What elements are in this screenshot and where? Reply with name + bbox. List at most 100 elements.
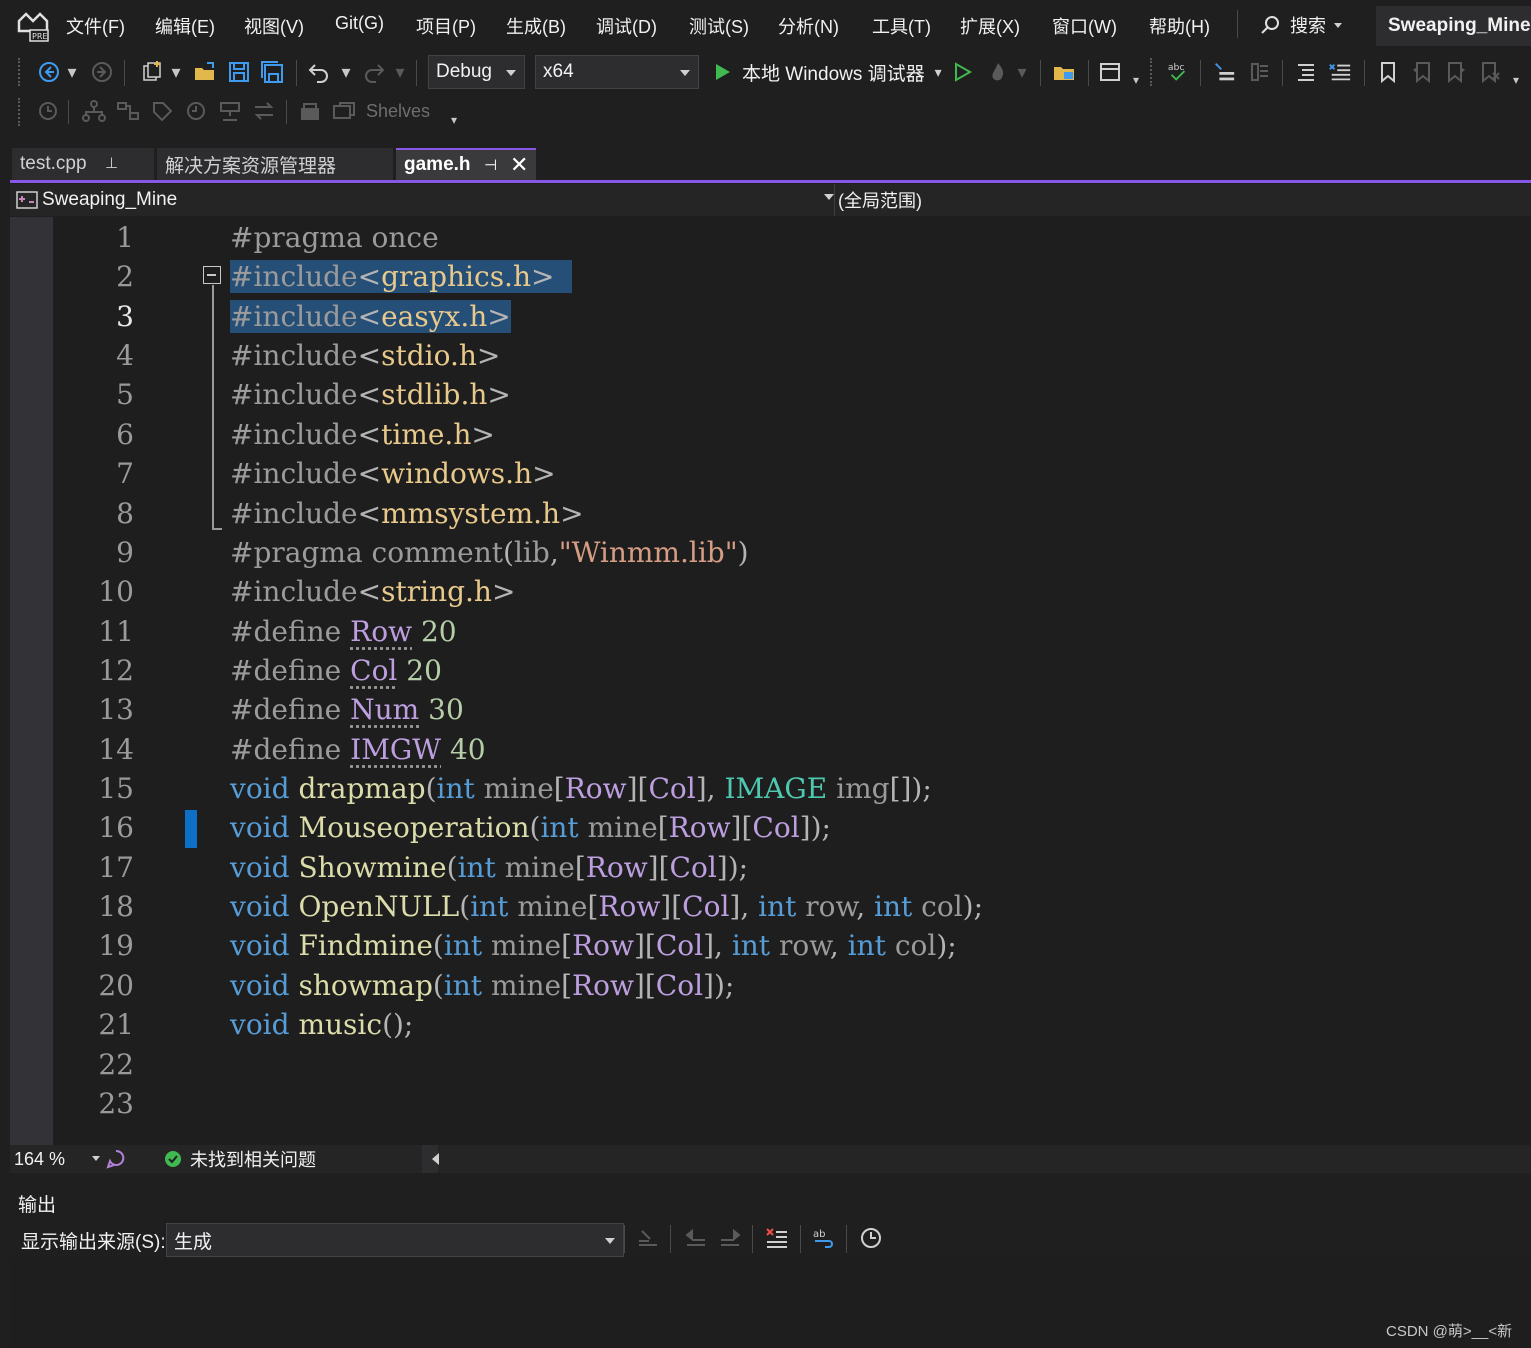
issues-indicator[interactable]: 未找到相关问题 [164, 1145, 316, 1173]
chevron-down-icon[interactable]: ▾ [168, 60, 184, 84]
menu-git[interactable]: Git(G) [335, 13, 384, 34]
code-line[interactable]: #include<time.h> [230, 418, 495, 451]
code-line[interactable]: #pragma once [230, 221, 439, 254]
code-line[interactable]: #define Col 20 [230, 654, 442, 687]
scroll-left-icon[interactable] [432, 1153, 439, 1165]
code-line[interactable]: void music(); [230, 1008, 413, 1041]
step-into-icon[interactable] [1212, 60, 1236, 84]
visual-studio-logo-icon[interactable]: PRE [16, 9, 50, 43]
collapse-region-icon[interactable] [203, 266, 221, 284]
start-debugging-button[interactable]: 本地 Windows 调试器 ▾ [712, 59, 942, 85]
back-icon[interactable] [37, 60, 61, 84]
save-all-icon[interactable] [260, 60, 284, 84]
menu-window[interactable]: 窗口(W) [1052, 13, 1117, 39]
sync-icon[interactable] [252, 99, 276, 123]
word-wrap-icon[interactable]: ab [812, 1226, 836, 1250]
history-icon[interactable] [36, 99, 60, 123]
clear-bookmarks-icon[interactable] [1478, 60, 1502, 84]
code-line[interactable]: #include<graphics.h> [230, 260, 572, 293]
toolbar-grip[interactable] [18, 98, 26, 126]
branch-icon[interactable] [82, 99, 106, 123]
menu-test[interactable]: 测试(S) [689, 13, 749, 39]
timestamp-icon[interactable] [859, 1226, 883, 1250]
code-line[interactable]: #include<stdlib.h> [230, 378, 511, 411]
previous-message-icon[interactable] [684, 1226, 708, 1250]
code-line[interactable]: void Mouseoperation(int mine[Row][Col]); [230, 811, 831, 844]
intellicode-icon[interactable] [104, 1147, 128, 1171]
browse-folder-icon[interactable] [1052, 60, 1076, 84]
menu-file[interactable]: 文件(F) [66, 13, 125, 39]
solution-name-badge[interactable]: Sweaping_Mine [1376, 6, 1531, 46]
code-line[interactable]: #include<string.h> [230, 575, 515, 608]
code-line[interactable]: #include<easyx.h> [230, 300, 511, 333]
open-folder-icon[interactable] [193, 60, 217, 84]
menu-debug[interactable]: 调试(D) [596, 13, 657, 39]
chevron-down-icon[interactable]: ▾ [392, 60, 408, 84]
start-without-debugging-icon[interactable] [950, 60, 974, 84]
menu-project[interactable]: 项目(P) [416, 13, 476, 39]
code-line[interactable]: void drapmap(int mine[Row][Col], IMAGE i… [230, 772, 932, 805]
scope-dropdown[interactable]: (全局范围) [838, 184, 1531, 216]
clear-all-icon[interactable] [765, 1226, 789, 1250]
tag-icon[interactable] [150, 99, 174, 123]
previous-bookmark-icon[interactable] [1410, 60, 1434, 84]
code-line[interactable]: void showmap(int mine[Row][Col]); [230, 969, 734, 1002]
merge-icon[interactable] [116, 99, 140, 123]
zoom-select[interactable]: 164 % [10, 1145, 100, 1173]
chevron-down-icon[interactable]: ▾ [1014, 60, 1030, 84]
undo-icon[interactable] [307, 60, 331, 84]
solution-platform-select[interactable]: x64 [535, 55, 699, 89]
code-line[interactable]: #include<stdio.h> [230, 339, 500, 372]
uncomment-lines-icon[interactable] [1328, 60, 1352, 84]
comment-lines-icon[interactable] [1294, 60, 1318, 84]
menu-build[interactable]: 生成(B) [506, 13, 566, 39]
toolbar-overflow-icon[interactable]: ▾ [1508, 68, 1524, 92]
chevron-down-icon[interactable]: ▾ [1128, 68, 1144, 92]
find-message-icon[interactable] [636, 1226, 660, 1250]
menu-tools[interactable]: 工具(T) [872, 13, 931, 39]
code-line[interactable]: void Findmine(int mine[Row][Col], int ro… [230, 929, 957, 962]
code-line[interactable]: #define Row 20 [230, 615, 457, 648]
next-message-icon[interactable] [718, 1226, 742, 1250]
tab-solution-explorer[interactable]: 解决方案资源管理器 [157, 148, 393, 180]
next-bookmark-icon[interactable] [1444, 60, 1468, 84]
project-scope-dropdown[interactable]: Sweaping_Mine [10, 184, 835, 216]
pending-changes-icon[interactable] [184, 99, 208, 123]
chevron-down-icon[interactable]: ▾ [64, 60, 80, 84]
menu-help[interactable]: 帮助(H) [1149, 13, 1210, 39]
forward-icon[interactable] [90, 60, 114, 84]
code-line[interactable]: void Showmine(int mine[Row][Col]); [230, 851, 748, 884]
pin-icon[interactable]: ⊥ [105, 154, 118, 172]
shelveset-icon[interactable] [298, 99, 322, 123]
search-button[interactable]: 搜索 [1260, 10, 1342, 40]
bookmark-icon[interactable] [1376, 60, 1400, 84]
team-explorer-icon[interactable] [218, 99, 242, 123]
solution-configuration-select[interactable]: Debug [428, 55, 525, 89]
code-line[interactable]: #define Num 30 [230, 693, 464, 726]
menu-edit[interactable]: 编辑(E) [155, 13, 215, 39]
close-icon[interactable]: ✕ [510, 152, 528, 178]
shelves-button[interactable]: Shelves [332, 99, 430, 123]
redo-icon[interactable] [362, 60, 386, 84]
bookmark-list-icon[interactable] [1248, 60, 1272, 84]
output-text-area[interactable] [10, 1258, 1531, 1348]
horizontal-scrollbar[interactable] [450, 1149, 1531, 1169]
chevron-down-icon[interactable]: ▾ [338, 60, 354, 84]
save-icon[interactable] [227, 60, 251, 84]
menu-analyze[interactable]: 分析(N) [778, 13, 839, 39]
output-source-select[interactable]: 生成 [166, 1223, 624, 1257]
code-line[interactable]: void OpenNULL(int mine[Row][Col], int ro… [230, 890, 983, 923]
new-item-icon[interactable] [140, 60, 164, 84]
spell-check-icon[interactable]: abc [1166, 60, 1190, 84]
code-line[interactable]: #include<windows.h> [230, 457, 556, 490]
menu-extensions[interactable]: 扩展(X) [960, 13, 1020, 39]
tab-game-h[interactable]: game.h ⊣ ✕ [396, 148, 536, 180]
toolbar-grip[interactable] [18, 58, 26, 86]
hot-reload-icon[interactable] [986, 60, 1010, 84]
toolbar-grip[interactable] [1150, 58, 1158, 86]
menu-view[interactable]: 视图(V) [244, 13, 304, 39]
tab-test-cpp[interactable]: test.cpp ⊥ [12, 148, 154, 180]
code-line[interactable]: #pragma comment(lib,"Winmm.lib") [230, 536, 749, 569]
window-layout-icon[interactable] [1098, 60, 1122, 84]
code-line[interactable]: #include<mmsystem.h> [230, 497, 584, 530]
